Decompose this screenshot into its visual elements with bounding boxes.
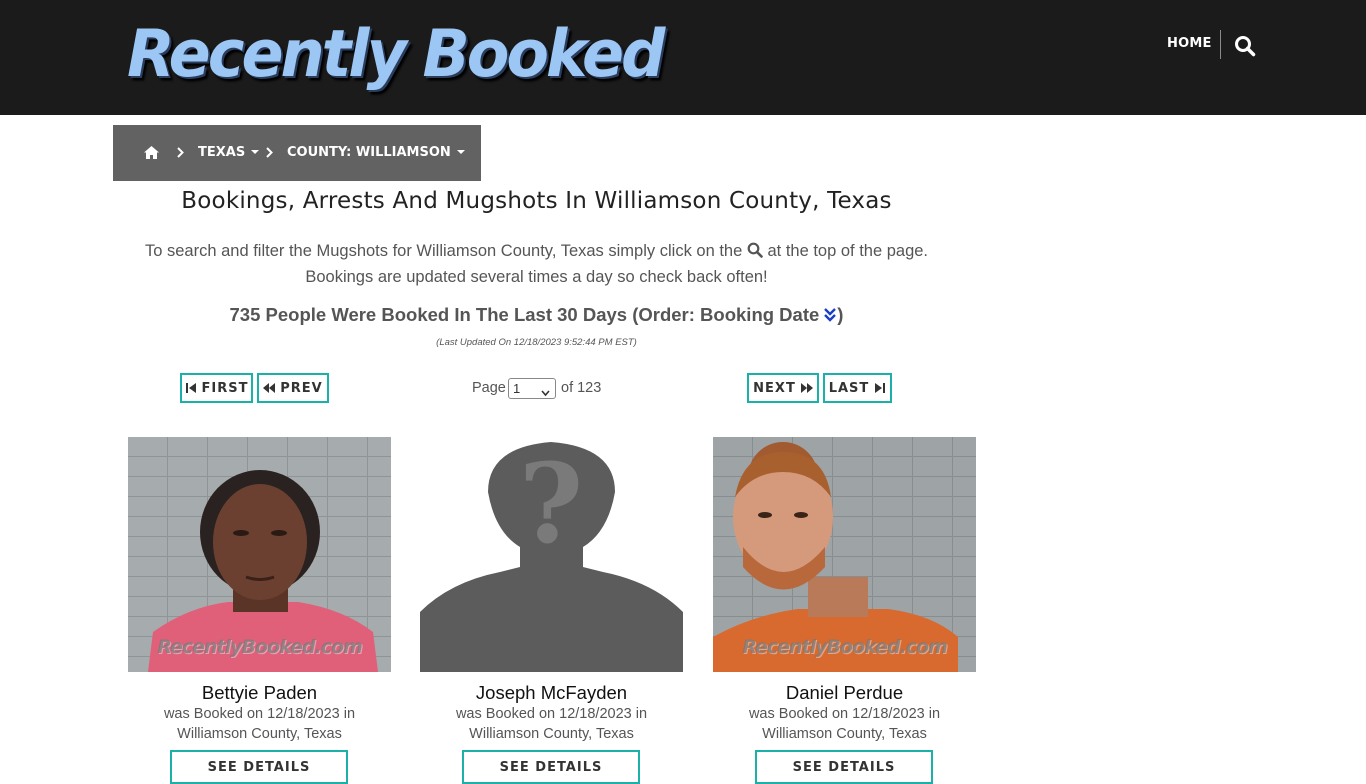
prev-page-button[interactable]: PREV [257,373,329,403]
booking-info: was Booked on 12/18/2023 in Williamson C… [420,704,683,744]
booking-date: was Booked on 12/18/2023 in [163,706,356,722]
first-page-icon [185,382,197,394]
booking-count: 735 People Were Booked In The Last 30 Da… [113,304,960,326]
next-page-label: NEXT [753,380,796,396]
page-label: Page [472,380,506,396]
last-updated: (Last Updated On 12/18/2023 9:52:44 PM E… [436,337,637,348]
breadcrumb-county-dropdown[interactable]: COUNTY: WILLIAMSON [287,145,465,160]
fast-forward-icon [800,382,813,394]
site-header: Recently Booked HOME [0,0,1366,115]
chevron-right-icon [266,147,273,158]
page-description: To search and filter the Mugshots for Wi… [113,238,960,290]
nav-home-link[interactable]: HOME [1167,36,1212,51]
search-icon [747,240,763,258]
svg-text:?: ? [519,439,583,568]
see-details-button[interactable]: SEE DETAILS [462,750,640,784]
see-details-button[interactable]: SEE DETAILS [755,750,933,784]
first-page-button[interactable]: FIRST [180,373,253,403]
booking-date: was Booked on 12/18/2023 in [748,706,941,722]
caret-down-icon [456,149,465,154]
booking-info: was Booked on 12/18/2023 in Williamson C… [713,704,976,744]
breadcrumb: TEXAS COUNTY: WILLIAMSON [113,125,481,181]
see-details-button[interactable]: SEE DETAILS [170,750,348,784]
page-select-value: 1 [513,381,521,396]
nav-divider [1220,30,1221,59]
breadcrumb-state-label: TEXAS [198,145,246,160]
rewind-icon [263,382,276,394]
watermark: RecentlyBooked.com [157,636,363,658]
breadcrumb-county-label: COUNTY: WILLIAMSON [287,145,451,160]
mugshot-placeholder[interactable]: ? [420,437,683,672]
booking-location: Williamson County, Texas [762,726,927,742]
booking-count-text: 735 People Were Booked In The Last 30 Da… [229,304,820,325]
page-total: of 123 [561,380,602,396]
mugshot-photo[interactable]: RecentlyBooked.com [128,437,391,672]
description-text-end: at the top of the page. [767,242,929,260]
last-page-button[interactable]: LAST [823,373,892,403]
inmate-name[interactable]: Joseph McFayden [420,682,683,704]
breadcrumb-state-dropdown[interactable]: TEXAS [198,145,260,160]
booking-card[interactable]: RecentlyBooked.com Bettyie Paden was Boo… [128,437,391,784]
search-icon[interactable] [1234,35,1256,57]
chevron-down-icon [541,385,550,397]
inmate-name[interactable]: Bettyie Paden [128,682,391,704]
chevron-right-icon [177,147,184,158]
sort-order-icon[interactable] [823,306,837,322]
mugshot-photo[interactable]: RecentlyBooked.com [713,437,976,672]
page-select[interactable]: 1 [508,378,556,399]
booking-date: was Booked on 12/18/2023 in [455,706,648,722]
description-update-note: Bookings are updated several times a day… [305,268,768,286]
booking-location: Williamson County, Texas [177,726,342,742]
inmate-name[interactable]: Daniel Perdue [713,682,976,704]
booking-card[interactable]: RecentlyBooked.com Daniel Perdue was Boo… [713,437,976,784]
prev-page-label: PREV [280,380,323,396]
booking-location: Williamson County, Texas [469,726,634,742]
watermark: RecentlyBooked.com [742,636,948,658]
first-page-label: FIRST [201,380,249,396]
page-title: Bookings, Arrests And Mugshots In Willia… [181,188,892,214]
description-text: To search and filter the Mugshots for Wi… [144,242,743,260]
booking-count-close: ) [837,304,844,325]
booking-card[interactable]: ? Joseph McFayden was Booked on 12/18/20… [420,437,683,784]
site-logo[interactable]: Recently Booked [127,12,665,96]
booking-info: was Booked on 12/18/2023 in Williamson C… [128,704,391,744]
last-page-icon [874,382,886,394]
home-icon[interactable] [143,145,160,160]
next-page-button[interactable]: NEXT [747,373,819,403]
caret-down-icon [251,149,260,154]
last-page-label: LAST [828,380,870,396]
